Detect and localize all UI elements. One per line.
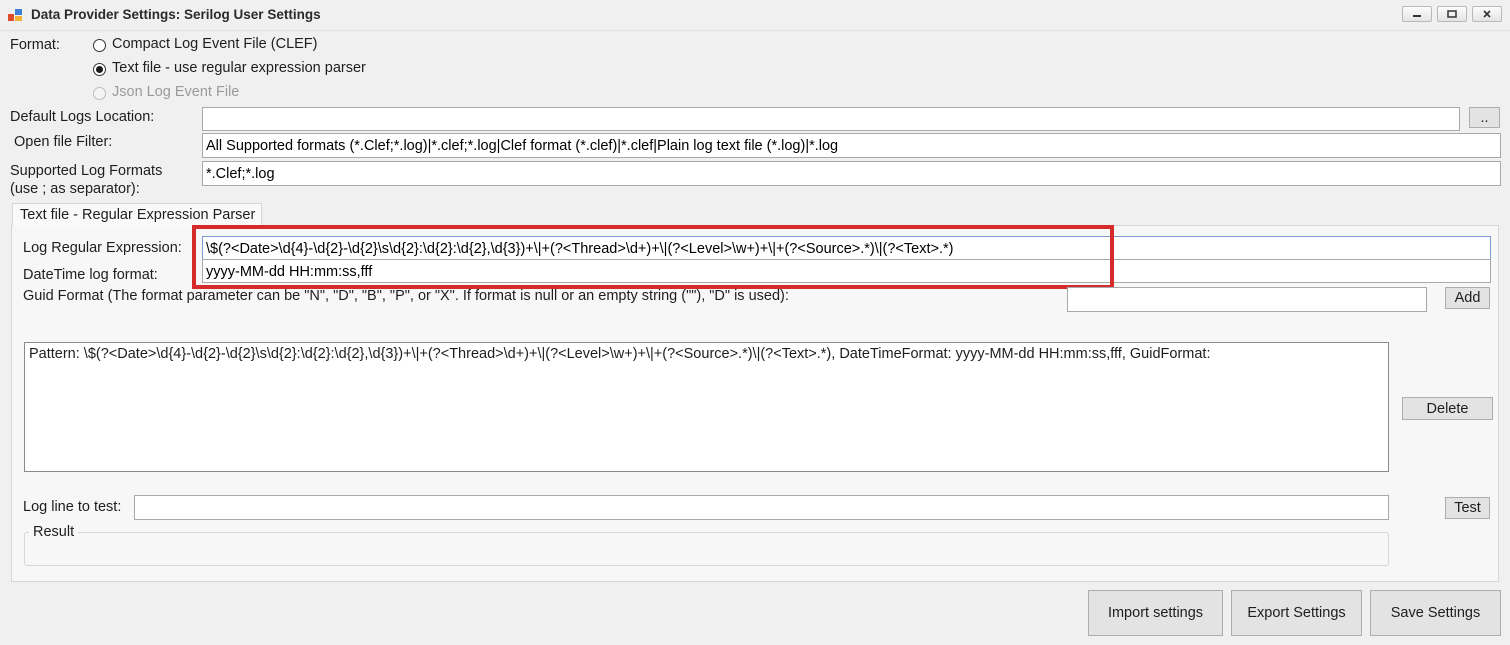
supported-formats-label: Supported Log Formats xyxy=(10,163,163,179)
window-title: Data Provider Settings: Serilog User Set… xyxy=(31,7,321,22)
supported-formats-input[interactable]: *.Clef;*.log xyxy=(202,161,1501,186)
save-settings-button[interactable]: Save Settings xyxy=(1370,590,1501,636)
default-logs-label: Default Logs Location: xyxy=(10,109,155,125)
result-label: Result xyxy=(29,524,79,540)
delete-button[interactable]: Delete xyxy=(1402,397,1493,420)
minimize-button[interactable] xyxy=(1402,6,1432,22)
close-button[interactable] xyxy=(1472,6,1502,22)
format-option-clef-label[interactable]: Compact Log Event File (CLEF) xyxy=(112,36,318,52)
test-line-label: Log line to test: xyxy=(23,499,122,515)
list-item[interactable]: Pattern: \$(?<Date>\d{4}-\d{2}-\d{2}\s\d… xyxy=(29,346,1384,362)
title-bar: Data Provider Settings: Serilog User Set… xyxy=(0,0,1510,31)
format-option-json-label: Json Log Event File xyxy=(112,84,240,100)
tab-regex-parser[interactable]: Text file - Regular Expression Parser xyxy=(12,203,262,226)
guid-format-label: Guid Format (The format parameter can be… xyxy=(23,288,789,304)
minimize-icon xyxy=(1413,15,1421,17)
supported-formats-sublabel: (use ; as separator): xyxy=(10,181,140,197)
add-button[interactable]: Add xyxy=(1445,287,1490,309)
import-settings-button[interactable]: Import settings xyxy=(1088,590,1223,636)
maximize-icon xyxy=(1447,10,1457,18)
format-radio-clef[interactable] xyxy=(93,39,106,52)
open-filter-label: Open file Filter: xyxy=(14,134,113,150)
tab-regex-parser-label: Text file - Regular Expression Parser xyxy=(20,207,256,223)
close-icon xyxy=(1483,10,1491,18)
format-radio-json xyxy=(93,87,106,100)
test-line-input[interactable] xyxy=(134,495,1389,520)
guid-format-input[interactable] xyxy=(1067,287,1427,312)
log-regex-label: Log Regular Expression: xyxy=(23,240,182,256)
format-label: Format: xyxy=(10,37,60,53)
test-button[interactable]: Test xyxy=(1445,497,1490,519)
patterns-list[interactable]: Pattern: \$(?<Date>\d{4}-\d{2}-\d{2}\s\d… xyxy=(24,342,1389,472)
format-radio-text[interactable] xyxy=(93,63,106,76)
datetime-format-label: DateTime log format: xyxy=(23,267,158,283)
result-group xyxy=(24,532,1389,566)
format-option-text-label[interactable]: Text file - use regular expression parse… xyxy=(112,60,366,76)
export-settings-button[interactable]: Export Settings xyxy=(1231,590,1362,636)
maximize-button[interactable] xyxy=(1437,6,1467,22)
app-icon xyxy=(8,9,22,21)
open-filter-input[interactable]: All Supported formats (*.Clef;*.log)|*.c… xyxy=(202,133,1501,158)
default-logs-input[interactable] xyxy=(202,107,1460,131)
browse-button[interactable]: .. xyxy=(1469,107,1500,128)
highlight-annotation-box xyxy=(192,225,1114,289)
